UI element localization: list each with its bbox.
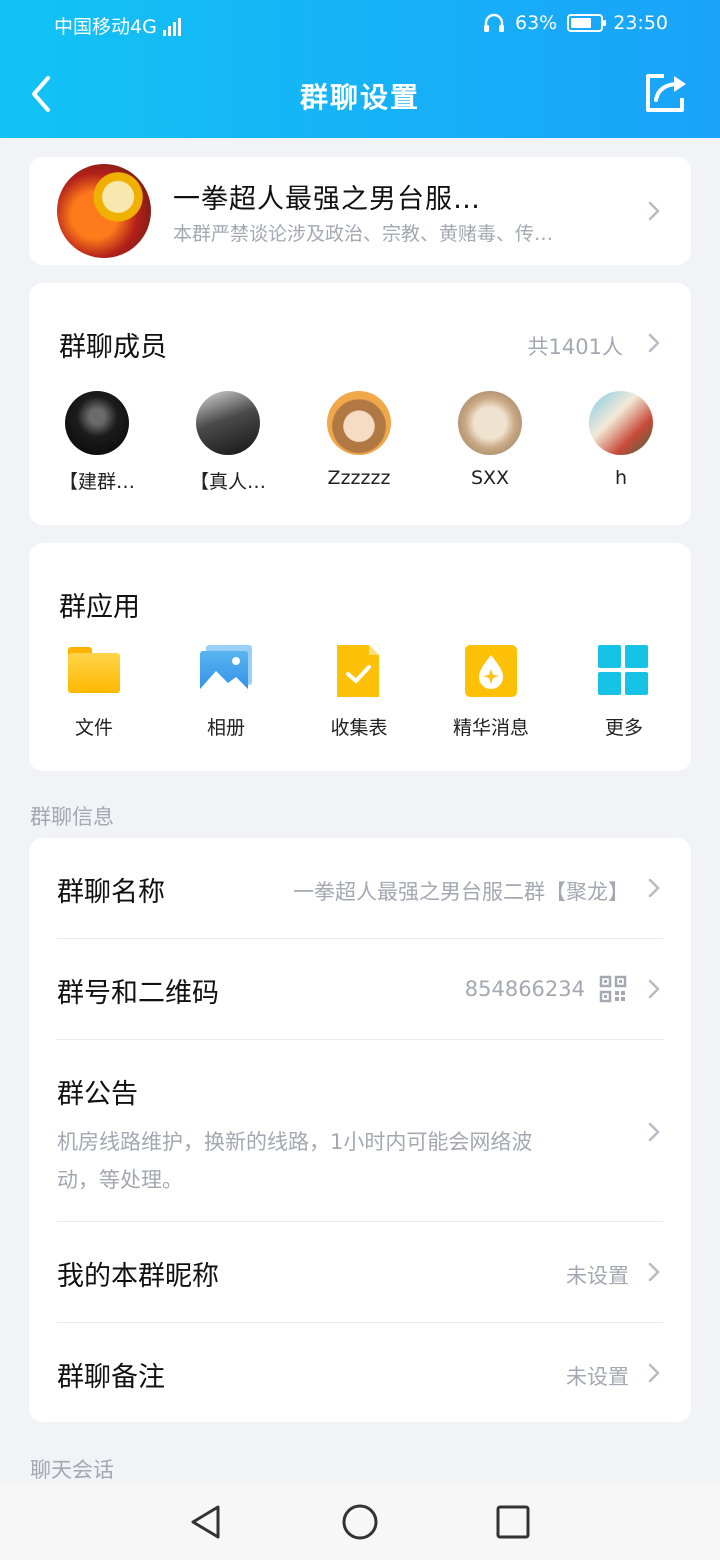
group-name: 一拳超人最强之男台服… — [173, 184, 481, 215]
row-value: 未设置 — [566, 1365, 629, 1389]
app-label: 精华消息 — [452, 717, 529, 739]
app-essence[interactable]: 精华消息 — [431, 643, 551, 740]
app-label: 文件 — [74, 717, 113, 739]
group-info-card: 群聊名称 一拳超人最强之男台服二群【聚龙】 群号和二维码 854866234 群… — [29, 838, 691, 1422]
group-profile-card[interactable]: 一拳超人最强之男台服… 本群严禁谈论涉及政治、宗教、黄赌毒、传… — [29, 157, 691, 265]
battery-icon — [567, 14, 607, 32]
notice-text-line1: 机房线路维护，换新的线路，1小时内可能会网络波 — [57, 1130, 533, 1154]
system-nav-bar — [0, 1483, 720, 1560]
square-recents-icon[interactable] — [495, 1504, 531, 1540]
members-card: 群聊成员 共1401人 【建群… 【真人… Zzzzzz SXX h — [29, 283, 691, 525]
row-label: 我的本群昵称 — [57, 1261, 219, 1292]
section-label-group-info: 群聊信息 — [30, 805, 114, 829]
battery-percent: 63% — [515, 12, 558, 34]
app-label: 收集表 — [330, 717, 388, 739]
app-label: 更多 — [604, 717, 643, 739]
carrier-text: 中国移动4G — [54, 16, 157, 38]
row-label: 群号和二维码 — [57, 978, 219, 1009]
member-item[interactable]: Zzzzzz — [304, 391, 414, 489]
row-label: 群聊名称 — [57, 877, 165, 908]
members-title: 群聊成员 — [59, 332, 167, 363]
member-count[interactable]: 共1401人 — [528, 331, 623, 361]
apps-title: 群应用 — [59, 592, 140, 623]
form-icon — [331, 643, 387, 699]
chevron-right-icon — [648, 878, 660, 898]
circle-home-icon[interactable] — [341, 1503, 379, 1541]
member-name: Zzzzzz — [327, 467, 391, 489]
row-value: 一拳超人最强之男台服二群【聚龙】 — [293, 880, 629, 904]
member-avatar — [196, 391, 260, 455]
row-label: 群公告 — [57, 1079, 138, 1110]
app-album[interactable]: 相册 — [166, 643, 286, 740]
member-item[interactable]: 【真人… — [173, 391, 283, 494]
triangle-back-icon[interactable] — [188, 1503, 224, 1541]
member-name: h — [614, 467, 628, 489]
row-label: 群聊备注 — [57, 1362, 165, 1393]
group-description: 本群严禁谈论涉及政治、宗教、黄赌毒、传… — [173, 223, 554, 245]
chevron-right-icon — [648, 201, 660, 221]
app-label: 相册 — [206, 717, 245, 739]
chevron-right-icon — [648, 1363, 660, 1383]
chevron-right-icon[interactable] — [647, 332, 661, 354]
chevron-right-icon — [648, 1262, 660, 1282]
grid-more-icon — [596, 643, 652, 699]
nav-bar: 群聊设置 — [0, 58, 720, 130]
row-value: 未设置 — [566, 1264, 629, 1288]
member-name: 【真人… — [189, 471, 266, 493]
section-label-chat: 聊天会话 — [30, 1458, 114, 1482]
app-form[interactable]: 收集表 — [299, 643, 419, 740]
member-name: SXX — [470, 467, 510, 489]
group-apps-card: 群应用 文件 相册 收集表 精华消息 更多 — [29, 543, 691, 771]
group-number: 854866234 — [464, 977, 585, 1001]
row-group-notice[interactable]: 群公告 机房线路维护，换新的线路，1小时内可能会网络波 动，等处理。 — [29, 1040, 691, 1221]
member-name: 【建群… — [58, 471, 135, 493]
folder-icon — [66, 643, 122, 699]
member-item[interactable]: SXX — [435, 391, 545, 489]
member-avatar — [327, 391, 391, 455]
notice-text-line2: 动，等处理。 — [57, 1168, 183, 1192]
row-group-remark[interactable]: 群聊备注 未设置 — [29, 1323, 691, 1422]
row-my-nickname[interactable]: 我的本群昵称 未设置 — [29, 1222, 691, 1322]
essence-icon — [463, 643, 519, 699]
chevron-right-icon — [648, 1122, 660, 1142]
group-avatar — [57, 164, 151, 258]
clock: 23:50 — [613, 12, 668, 34]
photo-album-icon — [198, 643, 254, 699]
header-bar: 中国移动4G 63% 23:50 群聊设置 — [0, 0, 720, 138]
member-item[interactable]: 【建群… — [42, 391, 152, 494]
row-group-number[interactable]: 群号和二维码 854866234 — [29, 939, 691, 1039]
signal-icon — [162, 16, 181, 36]
qr-code-icon — [599, 975, 627, 1003]
member-avatar — [589, 391, 653, 455]
chevron-right-icon — [648, 979, 660, 999]
share-button[interactable] — [642, 70, 690, 116]
headphones-icon — [484, 13, 504, 32]
member-avatar — [65, 391, 129, 455]
app-more[interactable]: 更多 — [564, 643, 684, 740]
app-files[interactable]: 文件 — [34, 643, 154, 740]
row-group-name[interactable]: 群聊名称 一拳超人最强之男台服二群【聚龙】 — [29, 838, 691, 938]
member-avatar — [458, 391, 522, 455]
member-item[interactable]: h — [566, 391, 676, 489]
page-title: 群聊设置 — [299, 81, 420, 114]
status-bar: 中国移动4G 63% 23:50 — [0, 0, 720, 50]
